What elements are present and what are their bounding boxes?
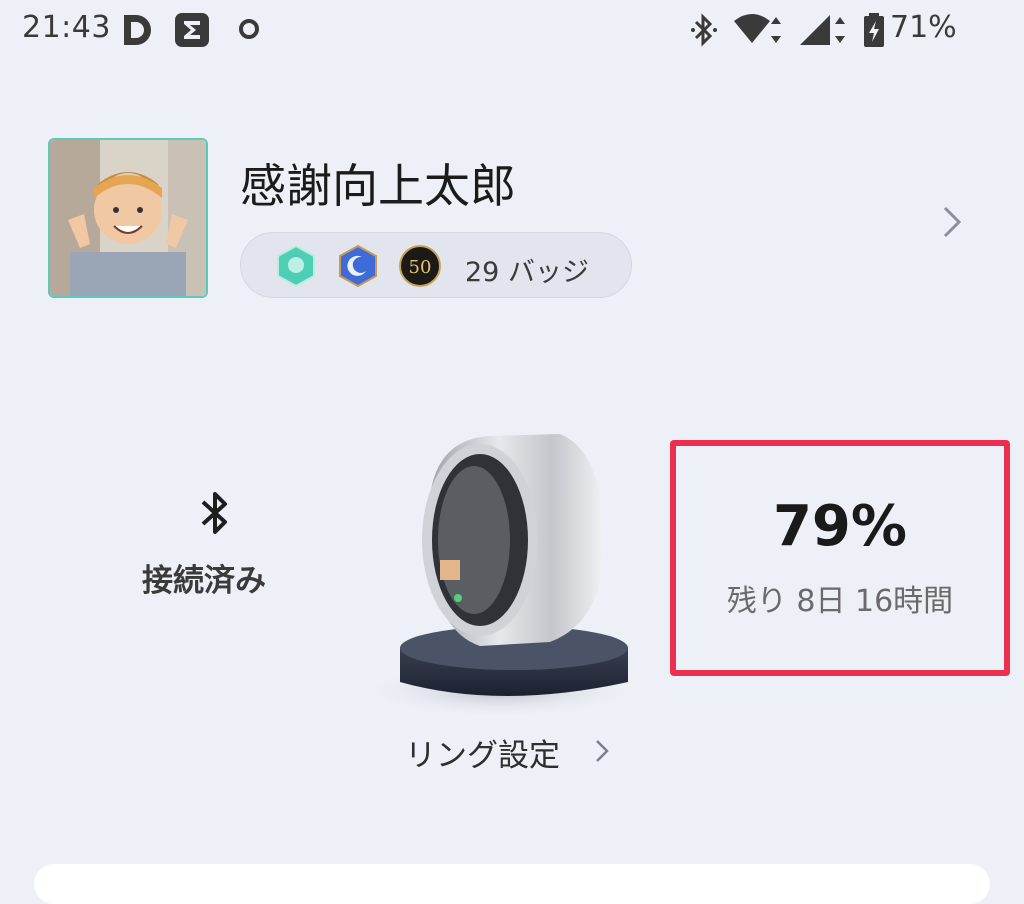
connection-status <box>140 488 290 542</box>
chevron-right-icon[interactable] <box>594 738 610 768</box>
connection-status-label: 接続済み <box>142 563 266 599</box>
profile-header[interactable]: 感謝向上太郎 50 29 バッジ <box>48 138 988 308</box>
bluetooth-icon <box>195 492 235 542</box>
chevron-right-icon[interactable] <box>940 204 964 244</box>
user-name: 感謝向上太郎 <box>240 159 516 213</box>
moon-hexagon-badge-icon <box>337 244 379 288</box>
d-app-icon <box>120 12 156 52</box>
sync-icon <box>236 16 262 46</box>
wifi-icon <box>732 13 784 51</box>
fifty-circle-badge-icon: 50 <box>399 245 441 287</box>
status-time: 21:43 <box>22 10 111 45</box>
signal-icon <box>798 13 848 51</box>
fifty-badge-text: 50 <box>409 257 432 278</box>
battery-status-highlight: 79% 残り 8日 16時間 <box>670 440 1010 676</box>
teal-hexagon-badge-icon <box>275 244 317 288</box>
battery-percent: 79% <box>772 494 908 559</box>
battery-charging-icon <box>862 12 886 52</box>
avatar[interactable] <box>48 138 208 298</box>
ring-settings-link[interactable]: リング設定 <box>405 730 560 775</box>
status-battery-percent: 71% <box>890 10 957 45</box>
badge-count-label: 29 バッジ <box>465 257 589 288</box>
bluetooth-icon <box>690 13 718 51</box>
sigma-app-icon <box>174 12 210 52</box>
ring-image[interactable] <box>360 420 660 720</box>
status-bar: 21:43 71% <box>0 0 1024 60</box>
badges-pill[interactable]: 50 29 バッジ <box>240 232 632 298</box>
bottom-card <box>34 864 990 904</box>
battery-remaining-time: 残り 8日 16時間 <box>726 584 954 619</box>
